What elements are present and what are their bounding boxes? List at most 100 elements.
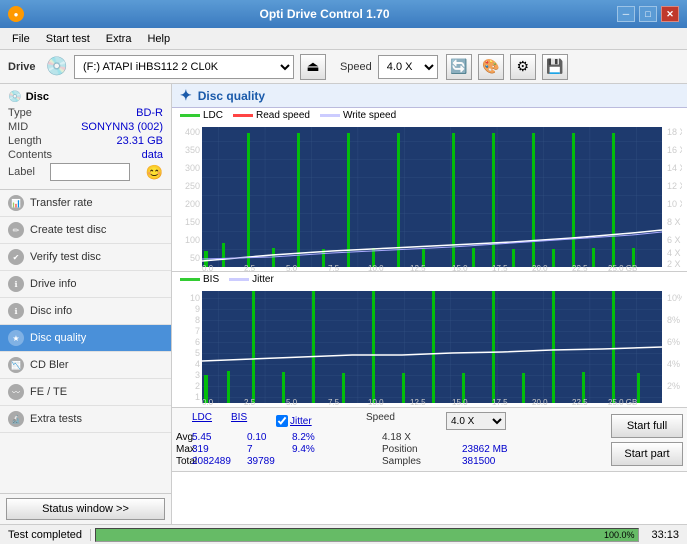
disc-quality-header: ✦ Disc quality xyxy=(172,84,687,108)
nav-disc-quality[interactable]: ★ Disc quality xyxy=(0,325,171,352)
jitter-checkbox[interactable] xyxy=(276,415,288,427)
nav-disc-info[interactable]: ℹ Disc info xyxy=(0,298,171,325)
save-button[interactable]: 💾 xyxy=(542,54,568,80)
menu-help[interactable]: Help xyxy=(139,31,178,47)
svg-text:9: 9 xyxy=(195,304,200,314)
svg-text:200: 200 xyxy=(185,199,200,209)
nav-drive-info-label: Drive info xyxy=(30,278,76,290)
svg-text:16 X: 16 X xyxy=(667,145,682,155)
jitter-color xyxy=(229,278,249,281)
app-icon: ● xyxy=(8,6,24,22)
label-icon[interactable]: 😊 xyxy=(146,164,163,181)
svg-text:6%: 6% xyxy=(667,337,680,347)
test-completed-text: Test completed xyxy=(0,529,91,541)
svg-text:7.5: 7.5 xyxy=(328,398,340,407)
avg-jitter: 8.2% xyxy=(292,432,382,443)
svg-text:2%: 2% xyxy=(667,381,680,391)
legend-read-speed: Read speed xyxy=(233,110,310,121)
svg-text:2.5: 2.5 xyxy=(244,398,256,407)
refresh-button[interactable]: 🔄 xyxy=(446,54,472,80)
contents-key: Contents xyxy=(8,149,52,161)
svg-text:12.5: 12.5 xyxy=(410,264,426,271)
nav-drive-info[interactable]: ℹ Drive info xyxy=(0,271,171,298)
ldc-color xyxy=(180,114,200,117)
svg-text:22.5: 22.5 xyxy=(572,398,588,407)
read-speed-color xyxy=(233,114,253,117)
settings-button2[interactable]: ⚙ xyxy=(510,54,536,80)
menu-start-test[interactable]: Start test xyxy=(38,31,98,47)
nav-disc-info-label: Disc info xyxy=(30,305,72,317)
menu-extra[interactable]: Extra xyxy=(98,31,140,47)
write-speed-color xyxy=(320,114,340,117)
titlebar: ● Opti Drive Control 1.70 ─ □ ✕ xyxy=(0,0,687,28)
svg-text:4%: 4% xyxy=(667,359,680,369)
speed-select[interactable]: 4.0 X xyxy=(378,55,438,79)
nav-cd-bler[interactable]: 📉 CD Bler xyxy=(0,352,171,379)
disc-header-label: Disc xyxy=(26,91,49,103)
nav-transfer-rate[interactable]: 📊 Transfer rate xyxy=(0,190,171,217)
position-value: 23862 MB xyxy=(462,444,552,455)
svg-text:50: 50 xyxy=(190,253,200,263)
eject-button[interactable]: ⏏ xyxy=(300,54,326,80)
jitter-header: Jitter xyxy=(290,416,312,427)
svg-text:15.0: 15.0 xyxy=(452,398,468,407)
svg-text:14 X: 14 X xyxy=(667,163,682,173)
nav-extra-tests[interactable]: 🔬 Extra tests xyxy=(0,406,171,433)
menu-file[interactable]: File xyxy=(4,31,38,47)
svg-text:2 X: 2 X xyxy=(667,259,681,269)
stats-table: LDC BIS Jitter Speed 4.0 X Avg xyxy=(176,412,603,467)
svg-text:4: 4 xyxy=(195,359,200,369)
svg-text:5.0: 5.0 xyxy=(286,398,298,407)
content-panel: ✦ Disc quality LDC Read speed xyxy=(172,84,687,524)
svg-text:150: 150 xyxy=(185,217,200,227)
svg-text:0.0: 0.0 xyxy=(202,398,214,407)
length-value: 23.31 GB xyxy=(117,135,163,147)
disc-info-icon: ℹ xyxy=(8,303,24,319)
label-input[interactable] xyxy=(50,163,130,181)
svg-text:100: 100 xyxy=(185,235,200,245)
contents-value: data xyxy=(142,149,163,161)
transfer-rate-icon: 📊 xyxy=(8,195,24,211)
svg-text:8 X: 8 X xyxy=(667,217,681,227)
disc-quality-header-icon: ✦ xyxy=(180,87,192,104)
svg-text:15.0: 15.0 xyxy=(452,264,468,271)
chart1-svg: 400 350 300 250 200 150 100 50 18 X 16 X… xyxy=(172,123,682,271)
status-time: 33:13 xyxy=(643,529,687,541)
nav-transfer-rate-label: Transfer rate xyxy=(30,197,93,209)
disc-info-panel: 💿 Disc Type BD-R MID SONYNN3 (002) Lengt… xyxy=(0,84,171,190)
extra-tests-icon: 🔬 xyxy=(8,411,24,427)
disc-quality-title: Disc quality xyxy=(198,89,265,103)
verify-icon: ✔ xyxy=(8,249,24,265)
progress-bar-fill xyxy=(96,529,638,541)
position-label: Position xyxy=(382,444,462,455)
avg-label: Avg xyxy=(176,432,192,443)
close-button[interactable]: ✕ xyxy=(661,6,679,22)
settings-button1[interactable]: 🎨 xyxy=(478,54,504,80)
chart-speed-select[interactable]: 4.0 X xyxy=(446,412,506,430)
status-window-button[interactable]: Status window >> xyxy=(6,498,165,520)
svg-text:3: 3 xyxy=(195,370,200,380)
start-part-button[interactable]: Start part xyxy=(611,442,683,466)
nav-verify-test-disc[interactable]: ✔ Verify test disc xyxy=(0,244,171,271)
nav-fe-te[interactable]: 〰 FE / TE xyxy=(0,379,171,406)
total-bis: 39789 xyxy=(247,456,292,467)
maximize-button[interactable]: □ xyxy=(639,6,657,22)
drive-label: Drive xyxy=(8,61,36,73)
svg-text:8: 8 xyxy=(195,315,200,325)
drive-select[interactable]: (F:) ATAPI iHBS112 2 CL0K xyxy=(74,55,294,79)
create-test-icon: ✏ xyxy=(8,222,24,238)
nav-create-test-disc[interactable]: ✏ Create test disc xyxy=(0,217,171,244)
legend-write-speed: Write speed xyxy=(320,110,396,121)
total-label: Total xyxy=(176,456,192,467)
start-full-button[interactable]: Start full xyxy=(611,414,683,438)
max-bis: 7 xyxy=(247,444,292,455)
minimize-button[interactable]: ─ xyxy=(617,6,635,22)
sidebar: 💿 Disc Type BD-R MID SONYNN3 (002) Lengt… xyxy=(0,84,172,524)
bis-color xyxy=(180,278,200,281)
max-ldc: 319 xyxy=(192,444,247,455)
svg-text:18 X: 18 X xyxy=(667,127,682,137)
type-key: Type xyxy=(8,107,32,119)
svg-text:350: 350 xyxy=(185,145,200,155)
svg-text:1: 1 xyxy=(195,392,200,402)
sidebar-navigation: 📊 Transfer rate ✏ Create test disc ✔ Ver… xyxy=(0,190,171,493)
